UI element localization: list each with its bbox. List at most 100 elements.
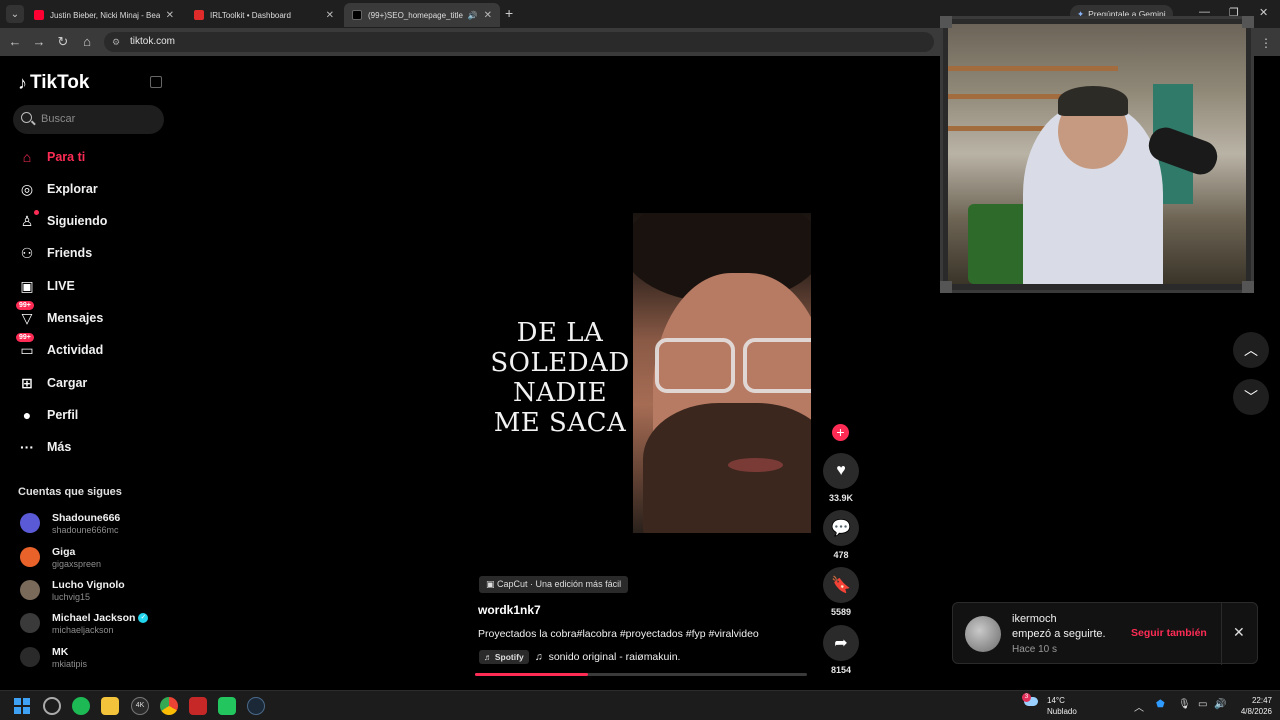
avatar (20, 547, 40, 567)
activity-badge: 99+ (16, 333, 34, 342)
search-icon (21, 112, 32, 123)
nav-perfil[interactable]: ● Perfil (18, 403, 79, 427)
chevron-down-icon: ﹀ (1244, 389, 1258, 405)
app-icon[interactable] (189, 697, 207, 715)
volume-icon[interactable]: 🔊 (1214, 699, 1226, 710)
verified-icon: ✓ (138, 612, 149, 623)
following-account[interactable]: Shadoune666 shadoune666mc (20, 508, 120, 538)
microphone-icon[interactable]: 🎙 (1178, 699, 1191, 710)
spotify-icon[interactable] (72, 697, 90, 715)
profile-icon: ● (22, 407, 32, 423)
steam-icon[interactable] (247, 697, 265, 715)
close-window-button[interactable]: ✕ (1259, 6, 1268, 19)
tab-tiktok[interactable]: (99+)SEO_homepage_title 🔊 ✕ (344, 3, 500, 27)
nav-siguiendo[interactable]: ♙ Siguiendo (18, 209, 107, 233)
save-count: 5589 (830, 607, 852, 617)
nav-para-ti[interactable]: ⌂ Para ti (18, 145, 85, 169)
nav-mensajes[interactable]: ▽ 99+ Mensajes (16, 301, 103, 330)
speaker-icon[interactable]: 🔊 (468, 11, 478, 20)
home-button[interactable]: ⌂ (79, 34, 95, 49)
close-tab-icon[interactable]: ✕ (326, 10, 334, 21)
security-icon[interactable]: ⬟ (1156, 699, 1165, 710)
like-button[interactable]: ♥ (823, 453, 859, 489)
nav-live[interactable]: ▣ LIVE (18, 274, 74, 298)
weather-widget[interactable]: 3 14°C Nublado (1022, 693, 1077, 717)
webcam-overlay (948, 24, 1246, 284)
video-author[interactable]: wordk1nk7 (478, 603, 541, 617)
follow-author-button[interactable]: + (832, 424, 849, 441)
upload-icon: ⊞ (21, 374, 33, 391)
following-icon: ♙ (18, 210, 39, 230)
share-icon: ➦ (834, 635, 848, 652)
tab-youtube[interactable]: Justin Bieber, Nicki Minaj - Beauty And … (26, 3, 182, 27)
search-input[interactable]: Buscar (13, 105, 164, 134)
notification-user[interactable]: ikermoch (1012, 613, 1057, 625)
chrome-icon[interactable] (160, 697, 178, 715)
save-button[interactable]: 🔖 (823, 567, 859, 603)
compass-icon: ◎ (20, 180, 34, 197)
new-tab-button[interactable]: + (505, 5, 513, 21)
nav-cargar[interactable]: ⊞ Cargar (18, 371, 87, 395)
nav-mas[interactable]: ··· Más (18, 435, 71, 459)
tiktok-logo[interactable]: ♪ TikTok (18, 72, 89, 94)
close-tab-icon[interactable]: ✕ (166, 10, 174, 21)
show-hidden-icons-button[interactable]: ︿ (1134, 699, 1144, 714)
following-account[interactable]: MK mkiatipis (20, 642, 87, 672)
windows-taskbar: 4K 3 14°C Nublado ︿ ⬟ 🎙 ▭ 🔊 22:47 4/8/20… (0, 690, 1280, 720)
app-icon[interactable] (43, 697, 61, 715)
weather-badge: 3 (1022, 693, 1031, 702)
video-overlay-text: DE LA SOLEDAD NADIE ME SACA (490, 318, 630, 438)
nav-actividad[interactable]: ▭ 99+ Actividad (16, 333, 103, 362)
system-clock[interactable]: 22:47 4/8/2026 (1226, 695, 1272, 717)
following-account[interactable]: Michael Jackson ✓ michaeljackson (20, 608, 149, 638)
comment-icon: 💬 (831, 520, 851, 537)
avatar (20, 580, 40, 600)
start-button[interactable] (14, 698, 30, 714)
more-icon: ··· (20, 439, 34, 455)
share-button[interactable]: ➦ (823, 625, 859, 661)
avatar (20, 613, 40, 633)
music-row[interactable]: ♬ Spotify ♫ sonido original - raiømakuin… (479, 650, 680, 664)
reload-button[interactable]: ↻ (55, 34, 71, 50)
spotify-tag[interactable]: ♬ Spotify (479, 650, 529, 664)
close-notification-icon[interactable]: ✕ (1233, 624, 1245, 641)
next-video-button[interactable]: ﹀ (1233, 379, 1269, 415)
streamer (1023, 94, 1163, 284)
video-progress-fill (475, 673, 588, 676)
comment-button[interactable]: 💬 (823, 510, 859, 546)
home-icon: ⌂ (22, 149, 32, 165)
tiktok-sidebar: ♪ TikTok Buscar ⌂ Para ti ◎ Explorar ♙ S… (0, 56, 180, 690)
avatar[interactable] (965, 616, 1001, 652)
friends-icon: ⚇ (20, 244, 34, 261)
following-section-title: Cuentas que sigues (18, 486, 122, 498)
tab-irltoolkit[interactable]: IRLToolkit • Dashboard ✕ (186, 3, 342, 27)
forward-button[interactable]: → (31, 34, 47, 49)
glasses (655, 338, 735, 393)
back-button[interactable]: ← (7, 34, 23, 49)
tab-search-button[interactable]: ⌄ (6, 5, 24, 23)
activity-icon: ▭ 99+ (16, 333, 36, 359)
following-account[interactable]: Giga gigaxspreen (20, 542, 101, 572)
previous-video-button[interactable]: ︿ (1233, 332, 1269, 368)
like-count: 33.9K (828, 493, 854, 503)
nav-friends[interactable]: ⚇ Friends (18, 241, 92, 265)
site-info-icon[interactable]: ⚙ (112, 32, 120, 52)
network-icon[interactable]: ▭ (1198, 699, 1207, 710)
file-explorer-icon[interactable] (101, 697, 119, 715)
capcut-tag[interactable]: ▣ CapCut · Una edición más fácil (479, 576, 629, 593)
follow-back-button[interactable]: Seguir también (1131, 627, 1207, 639)
close-tab-icon[interactable]: ✕ (484, 10, 492, 21)
url-input[interactable]: ⚙ tiktok.com (104, 32, 934, 52)
4k-app-icon[interactable]: 4K (131, 697, 149, 715)
video-description: Proyectados la cobra#lacobra #proyectado… (478, 628, 759, 640)
collapse-sidebar-icon[interactable] (150, 76, 162, 88)
video-progress-bar[interactable] (475, 673, 807, 676)
irltoolkit-icon (194, 10, 204, 20)
nav-explorar[interactable]: ◎ Explorar (18, 177, 98, 201)
browser-menu-button[interactable]: ⋮ (1260, 36, 1272, 50)
music-note-icon: ♫ (534, 651, 543, 663)
kick-icon[interactable] (218, 697, 236, 715)
follow-notification: ikermoch empezó a seguirte. Hace 10 s Se… (952, 602, 1258, 665)
music-title: sonido original - raiømakuin. (548, 651, 681, 663)
following-account[interactable]: Lucho Vignolo luchvig15 (20, 575, 125, 605)
